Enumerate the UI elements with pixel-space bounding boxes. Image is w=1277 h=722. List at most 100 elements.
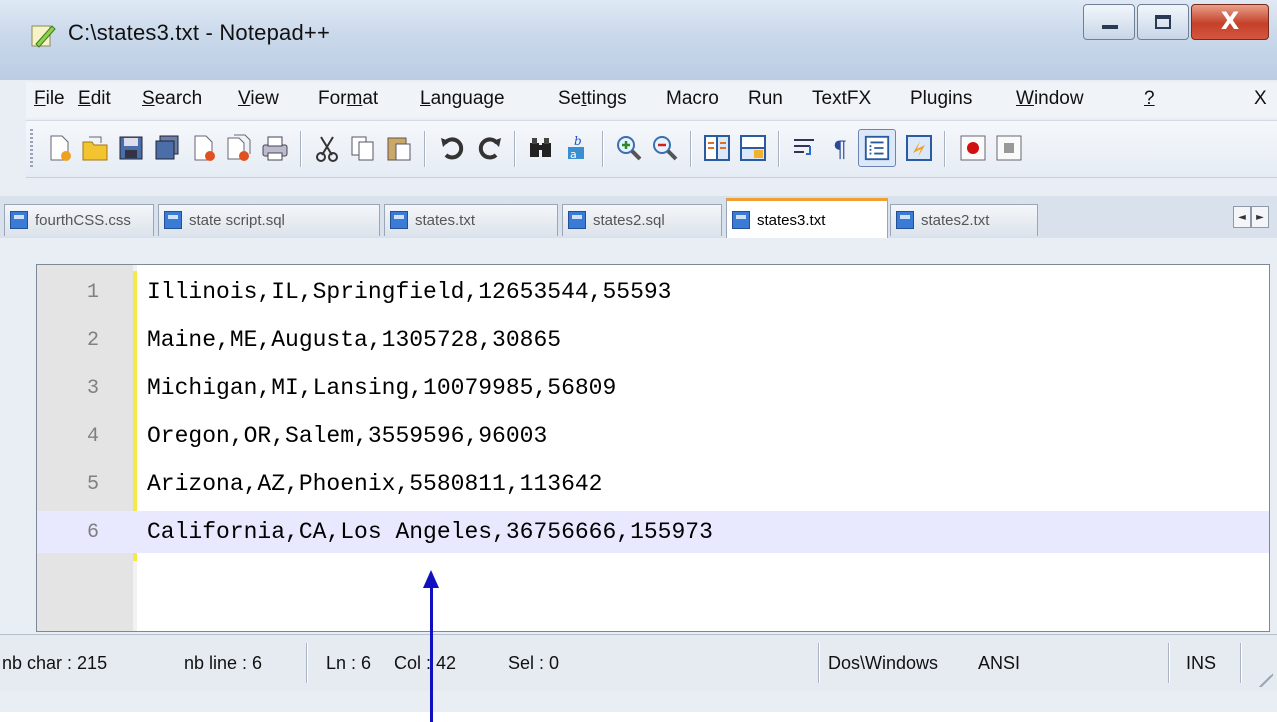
word-wrap-icon[interactable] [790, 133, 820, 163]
close-button[interactable]: X [1191, 4, 1269, 40]
tab-label: states3.txt [757, 212, 826, 229]
redo-icon[interactable] [474, 133, 504, 163]
line-text[interactable]: Illinois,IL,Springfield,12653544,55593 [147, 279, 672, 305]
editor-line[interactable]: 1 Illinois,IL,Springfield,12653544,55593 [37, 271, 1269, 313]
paste-icon[interactable] [384, 133, 414, 163]
line-text[interactable]: Arizona,AZ,Phoenix,5580811,113642 [147, 471, 602, 497]
tab-states2-txt[interactable]: states2.txt [890, 204, 1038, 236]
editor-line[interactable]: 6 California,CA,Los Angeles,36756666,1559… [37, 511, 1269, 553]
tab-label: states.txt [415, 212, 476, 229]
svg-text:b: b [574, 134, 582, 148]
line-number: 5 [86, 473, 99, 496]
save-icon[interactable] [116, 133, 146, 163]
resize-grip[interactable] [1259, 673, 1273, 687]
status-insert-mode: INS [1186, 653, 1217, 673]
show-all-chars-icon[interactable]: ¶ [826, 133, 856, 163]
text-editor[interactable]: 1 Illinois,IL,Springfield,12653544,55593 2… [36, 264, 1270, 632]
status-separator [306, 643, 307, 683]
status-bar: nb char : 215 nb line : 6 Ln : 6 Col : 4… [0, 634, 1277, 691]
undo-icon[interactable] [438, 133, 468, 163]
status-separator [1240, 643, 1241, 683]
line-number: 2 [86, 329, 99, 352]
annotation-arrow-line [430, 586, 433, 722]
close-all-icon[interactable] [224, 133, 254, 163]
editor-line[interactable]: 3 Michigan,MI,Lansing,10079985,56809 [37, 367, 1269, 409]
tab-states2-sql[interactable]: states2.sql [562, 204, 722, 236]
tab-fourthcss-css[interactable]: fourthCSS.css [4, 204, 154, 236]
status-eol-format: Dos\Windows [828, 653, 939, 673]
menu-window[interactable]: Window [1016, 88, 1084, 110]
title-bar[interactable]: C:\states3.txt - Notepad++ X [0, 0, 1277, 80]
editor-line[interactable]: 4 Oregon,OR,Salem,3559596,96003 [37, 415, 1269, 457]
sync-vertical-icon[interactable] [702, 133, 732, 163]
tab-scroll-right-button[interactable]: ► [1251, 206, 1269, 228]
status-selection: Sel : 0 [508, 653, 560, 673]
tab-scroll-left-button[interactable]: ◄ [1233, 206, 1251, 228]
line-text[interactable]: Michigan,MI,Lansing,10079985,56809 [147, 375, 616, 401]
status-line-count: nb line : 6 [184, 653, 263, 673]
menu-plugins[interactable]: Plugins [910, 88, 972, 110]
toolbar-separator [424, 131, 425, 167]
menu-textfx[interactable]: TextFX [812, 88, 871, 110]
menu-edit[interactable]: Edit [78, 88, 111, 110]
line-number: 6 [86, 521, 99, 544]
zoom-in-icon[interactable] [614, 133, 644, 163]
menu-settings[interactable]: Settings [558, 88, 627, 110]
menu-bar: File Edit Search View Format Language Settings… [26, 82, 1277, 118]
stop-macro-icon[interactable] [994, 133, 1024, 163]
annotation-arrow-head [423, 570, 439, 588]
editor-line[interactable]: 2 Maine,ME,Augusta,1305728,30865 [37, 319, 1269, 361]
tab-states3-txt[interactable]: states3.txt [726, 198, 888, 238]
close-file-icon[interactable] [188, 133, 218, 163]
svg-text:a: a [570, 148, 577, 161]
copy-icon[interactable] [348, 133, 378, 163]
replace-icon[interactable]: ba [562, 133, 592, 163]
cut-icon[interactable] [312, 133, 342, 163]
record-macro-icon[interactable] [958, 133, 988, 163]
maximize-button[interactable] [1137, 4, 1189, 40]
status-separator [818, 643, 819, 683]
toolbar-grip[interactable] [30, 129, 33, 169]
minimize-button[interactable] [1083, 4, 1135, 40]
menu-macro[interactable]: Macro [666, 88, 719, 110]
menu-view[interactable]: View [238, 88, 279, 110]
status-line-position: Ln : 6 [326, 653, 372, 673]
tab-label: state script.sql [189, 212, 285, 229]
save-all-icon[interactable] [152, 133, 182, 163]
minimize-icon [1102, 25, 1118, 29]
menu-file[interactable]: File [34, 88, 65, 110]
tab-states-txt[interactable]: states.txt [384, 204, 558, 236]
tab-label: states2.sql [593, 212, 665, 229]
menu-close-document[interactable]: X [1254, 88, 1267, 110]
find-icon[interactable] [526, 133, 556, 163]
zoom-out-icon[interactable] [650, 133, 680, 163]
saved-file-icon [10, 211, 28, 229]
menu-format[interactable]: Format [318, 88, 378, 110]
menu-run[interactable]: Run [748, 88, 783, 110]
tab-state-script-sql[interactable]: state script.sql [158, 204, 380, 236]
tab-label: states2.txt [921, 212, 990, 229]
toolbar-separator [602, 131, 603, 167]
new-file-icon[interactable] [44, 133, 74, 163]
open-file-icon[interactable] [80, 133, 110, 163]
indent-guide-button[interactable] [858, 129, 896, 167]
sync-horizontal-icon[interactable] [738, 133, 768, 163]
toolbar-separator [514, 131, 515, 167]
window-title: C:\states3.txt - Notepad++ [68, 20, 331, 45]
status-encoding: ANSI [978, 653, 1021, 673]
editor-line[interactable]: 5 Arizona,AZ,Phoenix,5580811,113642 [37, 463, 1269, 505]
line-number: 4 [86, 425, 99, 448]
menu-search[interactable]: Search [142, 88, 202, 110]
status-separator [1168, 643, 1169, 683]
status-column-position: Col : 42 [394, 653, 457, 673]
user-language-icon[interactable] [904, 133, 934, 163]
svg-text:¶: ¶ [833, 138, 847, 163]
line-number: 1 [86, 281, 99, 304]
line-text[interactable]: California,CA,Los Angeles,36756666,15597… [147, 519, 713, 545]
menu-help[interactable]: ? [1144, 88, 1155, 110]
line-text[interactable]: Maine,ME,Augusta,1305728,30865 [147, 327, 561, 353]
saved-file-icon [164, 211, 182, 229]
menu-language[interactable]: Language [420, 88, 505, 110]
line-text[interactable]: Oregon,OR,Salem,3559596,96003 [147, 423, 547, 449]
print-icon[interactable] [260, 133, 290, 163]
